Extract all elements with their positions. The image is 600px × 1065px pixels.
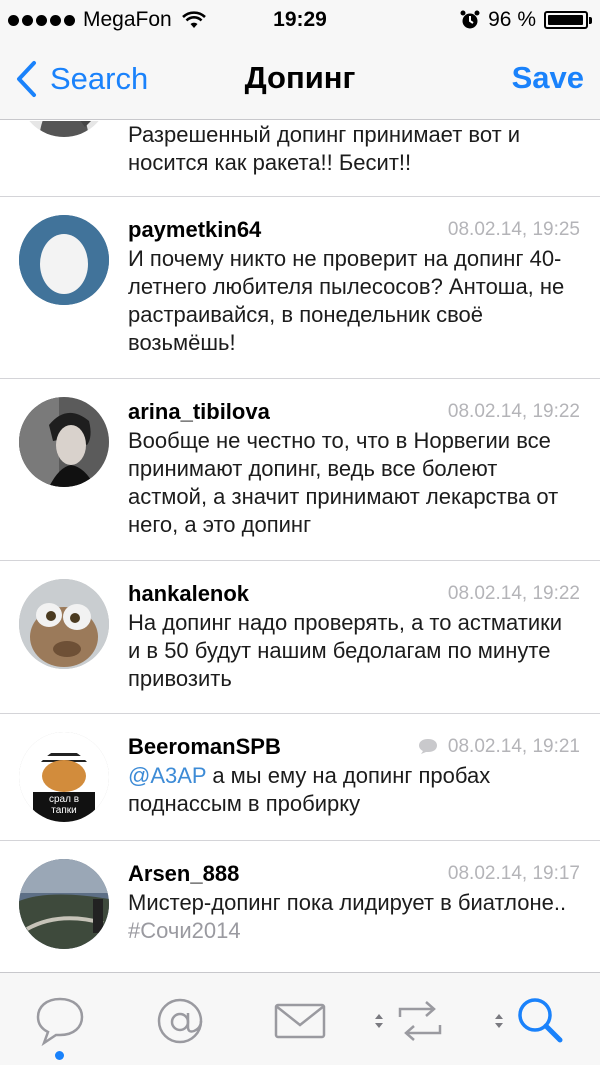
navigation-bar: Search Допинг Save (0, 40, 600, 120)
avatar[interactable] (19, 215, 109, 305)
messages-icon (274, 1003, 326, 1039)
mentions-icon (157, 998, 203, 1044)
timeline-icon (36, 997, 84, 1047)
username[interactable]: paymetkin64 (128, 217, 261, 243)
search-icon (518, 998, 563, 1043)
battery-level (548, 15, 583, 25)
avatar[interactable] (19, 859, 109, 949)
conversation-icon (419, 739, 437, 754)
tab-bar (0, 972, 600, 1065)
username[interactable]: hankalenok (128, 581, 249, 607)
sort-arrows-icon (375, 1014, 383, 1028)
tab-retweets[interactable] (390, 991, 450, 1051)
status-right: 96 % (460, 8, 592, 32)
active-tab-indicator (55, 1051, 64, 1060)
tab-messages[interactable] (270, 991, 330, 1051)
page-title: Допинг (244, 60, 356, 95)
save-button[interactable]: Save (512, 60, 584, 96)
username[interactable]: Arsen_888 (128, 861, 239, 887)
tab-search[interactable] (510, 991, 570, 1051)
status-bar: MegaFon 19:29 96 % (0, 0, 600, 40)
tweet-text: @A3AP а мы ему на допинг пробах поднассы… (128, 762, 580, 818)
avatar[interactable]: срал в тапки (19, 732, 109, 822)
tweet-text: На допинг надо проверять, а то астматики… (128, 610, 563, 691)
avatar[interactable] (19, 121, 109, 137)
alarm-clock-icon (460, 10, 480, 29)
tweet-item[interactable]: hankalenok 08.02.14, 19:22 На допинг над… (0, 561, 600, 714)
avatar[interactable] (19, 397, 109, 487)
tweet-feed[interactable]: Разрешенный допинг принимает вот и носит… (0, 121, 600, 972)
timestamp: 08.02.14, 19:22 (447, 401, 580, 422)
username[interactable]: arina_tibilova (128, 399, 270, 425)
timestamp: 08.02.14, 19:21 (447, 736, 580, 757)
tweet-item[interactable]: срал в тапки BeeromanSPB 08.02.14, 19:21… (0, 714, 600, 841)
timestamp: 08.02.14, 19:17 (447, 863, 580, 884)
tweet-item[interactable]: Разрешенный допинг принимает вот и носит… (0, 121, 600, 197)
mention-link[interactable]: @A3AP (128, 763, 206, 788)
battery-percent: 96 % (488, 8, 536, 31)
tweet-item[interactable]: arina_tibilova 08.02.14, 19:22 Вообще не… (0, 379, 600, 561)
timestamp: 08.02.14, 19:25 (447, 219, 580, 240)
timestamp: 08.02.14, 19:22 (447, 583, 580, 604)
tab-timeline[interactable] (30, 991, 90, 1051)
retweets-icon (398, 1001, 442, 1041)
avatar[interactable] (19, 579, 109, 669)
tab-mentions[interactable] (150, 991, 210, 1051)
sort-arrows-icon (495, 1014, 503, 1028)
avatar-caption: срал в тапки (48, 794, 80, 816)
tweet-text: Вообще не честно то, что в Норвегии все … (128, 428, 559, 537)
hashtag-link[interactable]: #Сочи2014 (128, 918, 241, 943)
tweet-text: Разрешенный допинг принимает вот и носит… (128, 122, 521, 175)
username[interactable]: BeeromanSPB (128, 734, 281, 760)
tweet-text-body: Мистер-допинг пока лидирует в биатлоне.. (128, 890, 567, 915)
tweet-item[interactable]: Arsen_888 08.02.14, 19:17 Мистер-допинг … (0, 841, 600, 972)
tweet-text: Мистер-допинг пока лидирует в биатлоне..… (128, 889, 580, 945)
tweet-text: И почему никто не проверит на допинг 40-… (128, 246, 565, 355)
battery-icon (544, 11, 592, 29)
tweet-item[interactable]: paymetkin64 08.02.14, 19:25 И почему ник… (0, 197, 600, 379)
